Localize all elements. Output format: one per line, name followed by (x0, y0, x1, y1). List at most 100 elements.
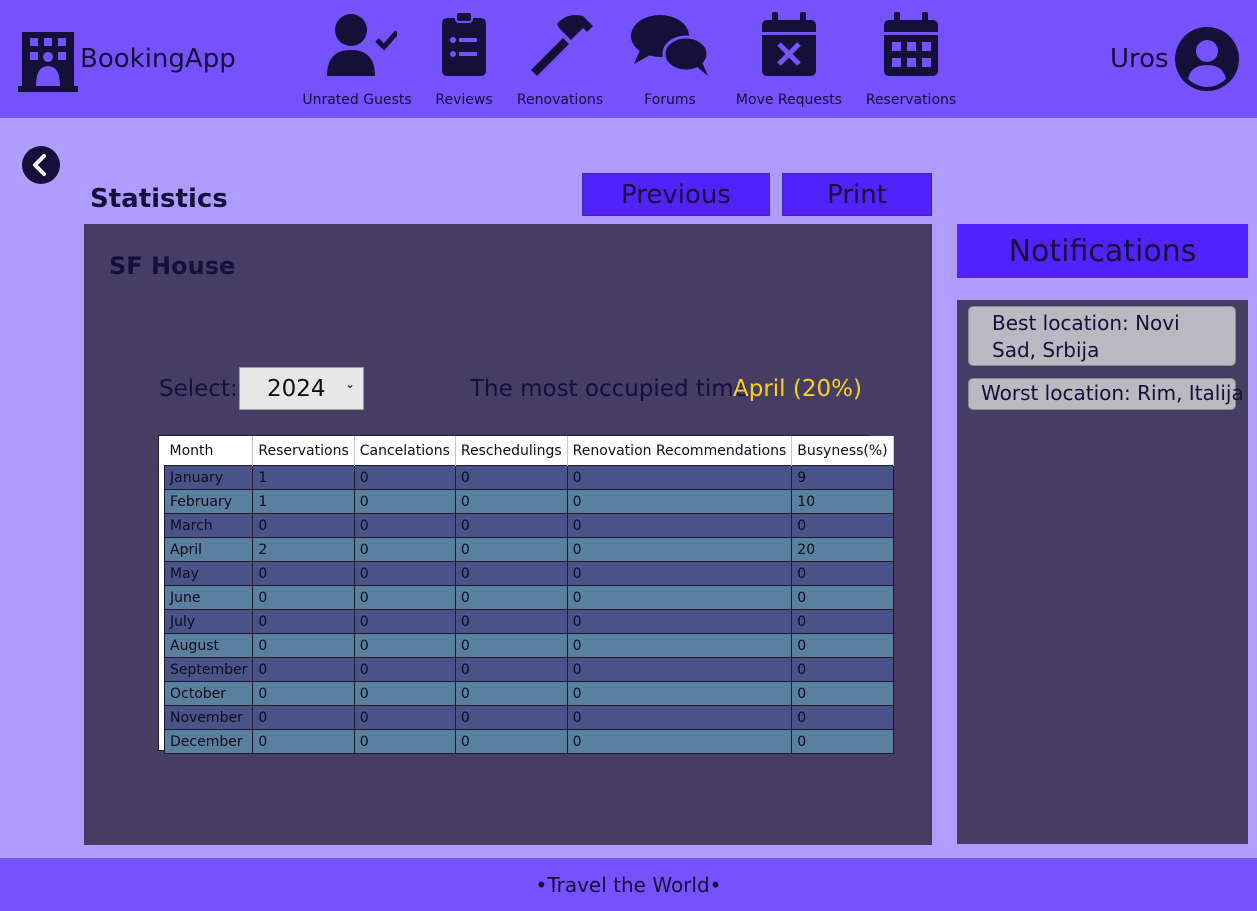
table-cell: April (163, 537, 254, 562)
calendar-x-icon (762, 12, 816, 76)
table-row[interactable]: March 0 0 0 0 0 (163, 513, 894, 538)
statistics-table[interactable]: Month Reservations Cancelations Reschedulin… (158, 435, 894, 754)
table-row[interactable]: June 0 0 0 0 0 (163, 585, 894, 610)
table-cell: 0 (454, 585, 568, 610)
previous-button[interactable]: Previous (582, 173, 770, 216)
table-cell: 0 (454, 729, 568, 754)
table-cell: 0 (791, 729, 894, 754)
hammer-icon (531, 15, 593, 76)
table-row[interactable]: September 0 0 0 0 0 (163, 657, 894, 682)
table-cell: August (163, 633, 254, 658)
table-cell: 0 (566, 681, 793, 706)
table-cell: 0 (353, 609, 456, 634)
statistics-panel: SF House Select: 2024 ⌄ The most occupie… (84, 224, 932, 845)
column-header[interactable]: Reschedulings (455, 436, 568, 466)
table-cell: 0 (252, 585, 355, 610)
table-cell: 0 (791, 705, 894, 730)
nav-label: Forums (644, 92, 696, 108)
table-cell: 2 (252, 537, 355, 562)
table-row[interactable]: October 0 0 0 0 0 (163, 681, 894, 706)
table-cell: 1 (252, 489, 355, 514)
user-name: Uros (1110, 44, 1169, 74)
table-cell: 0 (353, 657, 456, 682)
table-cell: 0 (252, 561, 355, 586)
table-row[interactable]: November 0 0 0 0 0 (163, 705, 894, 730)
nav-move-requests[interactable]: Move Requests (736, 10, 842, 108)
nav-label: Reviews (435, 92, 493, 108)
page-title: Statistics (90, 184, 228, 214)
print-button[interactable]: Print (782, 173, 932, 216)
table-cell: 0 (353, 705, 456, 730)
chevron-down-icon: ⌄ (344, 377, 355, 391)
table-cell: 0 (791, 633, 894, 658)
user-avatar-icon[interactable] (1175, 27, 1239, 91)
table-cell: September (163, 657, 254, 682)
table-cell: 0 (566, 657, 793, 682)
notification-card[interactable]: Best location: Novi Sad, Srbija (968, 306, 1236, 366)
table-cell: 0 (566, 729, 793, 754)
column-header[interactable]: Month (164, 436, 254, 466)
table-cell: 0 (353, 537, 456, 562)
nav-reservations[interactable]: Reservations (866, 10, 956, 108)
table-cell: 0 (454, 489, 568, 514)
table-cell: 0 (566, 465, 793, 490)
table-cell: 0 (454, 537, 568, 562)
column-header[interactable]: Cancelations (354, 436, 456, 466)
table-cell: February (163, 489, 254, 514)
table-cell: 9 (791, 465, 894, 490)
footer: •Travel the World• (0, 858, 1257, 911)
nav-unrated-guests[interactable]: Unrated Guests (302, 10, 412, 108)
table-cell: June (163, 585, 254, 610)
table-row[interactable]: February 1 0 0 0 10 (163, 489, 894, 514)
table-cell: 0 (566, 705, 793, 730)
year-select[interactable]: 2024 ⌄ (239, 367, 364, 410)
table-cell: 0 (252, 633, 355, 658)
table-cell: 0 (454, 657, 568, 682)
table-row[interactable]: December 0 0 0 0 0 (163, 729, 894, 754)
footer-text: •Travel the World• (535, 872, 722, 897)
table-cell: 10 (791, 489, 894, 514)
table-cell: 0 (353, 513, 456, 538)
notifications-panel: Best location: Novi Sad, Srbija Worst lo… (957, 300, 1248, 844)
most-occupied-value: April (20%) (733, 376, 862, 402)
table-cell: 1 (252, 465, 355, 490)
table-row[interactable]: August 0 0 0 0 0 (163, 633, 894, 658)
notification-card[interactable]: Worst location: Rim, Italija (968, 378, 1244, 410)
table-row[interactable]: July 0 0 0 0 0 (163, 609, 894, 634)
table-row[interactable]: May 0 0 0 0 0 (163, 561, 894, 586)
column-header[interactable]: Reservations (252, 436, 355, 466)
nav-label: Reservations (865, 92, 957, 108)
hotel-building-icon (18, 32, 78, 92)
table-cell: November (163, 705, 254, 730)
table-cell: 0 (353, 465, 456, 490)
table-cell: 0 (566, 585, 793, 610)
table-cell: 0 (252, 705, 355, 730)
year-select-value: 2024 (267, 376, 326, 402)
back-arrow-icon[interactable] (21, 145, 61, 185)
table-cell: 0 (566, 561, 793, 586)
column-header[interactable]: Busyness(%) (791, 436, 894, 466)
table-cell: July (163, 609, 254, 634)
table-cell: 0 (566, 513, 793, 538)
table-row[interactable]: January 1 0 0 0 9 (163, 465, 894, 490)
nav-renovations[interactable]: Renovations (517, 10, 603, 108)
nav-reviews[interactable]: Reviews (435, 10, 493, 108)
top-bar: BookingApp Unrated Guests Reviews Renova… (0, 0, 1257, 118)
nav-forums[interactable]: Forums (630, 10, 710, 108)
table-cell: 0 (454, 609, 568, 634)
table-cell: 20 (791, 537, 894, 562)
table-cell: 0 (454, 681, 568, 706)
table-row[interactable]: April 2 0 0 0 20 (163, 537, 894, 562)
table-cell: 0 (252, 681, 355, 706)
table-cell: 0 (353, 729, 456, 754)
table-cell: January (163, 465, 254, 490)
most-occupied-label: The most occupied time: (470, 376, 756, 402)
year-select-label: Select: (159, 376, 238, 402)
nav-label: Unrated Guests (302, 92, 412, 108)
table-cell: 0 (791, 561, 894, 586)
user-check-icon (327, 14, 397, 76)
table-cell: 0 (566, 609, 793, 634)
table-cell: 0 (566, 633, 793, 658)
column-header[interactable]: Renovation Recommendations (567, 436, 793, 466)
table-cell: 0 (566, 489, 793, 514)
